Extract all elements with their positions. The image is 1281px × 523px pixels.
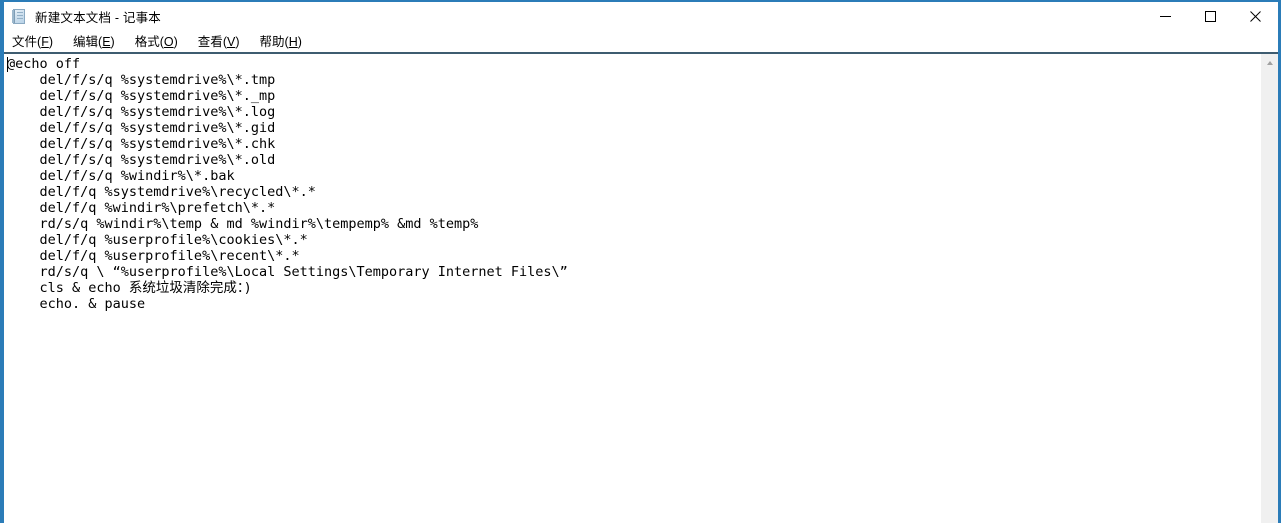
menu-item-format[interactable]: 格式(O)	[135, 34, 178, 50]
minimize-icon	[1160, 16, 1171, 17]
minimize-button[interactable]	[1143, 2, 1188, 31]
menu-item-edit-accelerator: E	[102, 34, 111, 49]
menu-item-view-label: 查看	[197, 34, 223, 49]
chevron-up-icon	[1266, 60, 1273, 65]
text-editor-area[interactable]: @echo off del/f/s/q %systemdrive%\*.tmp …	[4, 54, 1260, 523]
close-button[interactable]	[1233, 2, 1278, 31]
maximize-icon	[1205, 11, 1216, 22]
window-title: 新建文本文档 - 记事本	[35, 11, 162, 25]
notepad-window: 新建文本文档 - 记事本 文件(F) 编辑(E) 格式(O) 查看(V) 帮助(…	[0, 0, 1281, 523]
notepad-icon	[11, 8, 27, 25]
menu-item-view-accelerator: V	[226, 34, 236, 49]
vertical-scrollbar[interactable]	[1260, 54, 1278, 523]
menu-item-file-accelerator: F	[41, 34, 49, 49]
menu-item-help-accelerator: H	[288, 34, 298, 49]
maximize-button[interactable]	[1188, 2, 1233, 31]
text-editor-content[interactable]: @echo off del/f/s/q %systemdrive%\*.tmp …	[7, 56, 1260, 312]
menu-item-view[interactable]: 查看(V)	[198, 34, 240, 50]
title-bar[interactable]: 新建文本文档 - 记事本	[4, 2, 1278, 31]
menu-bar: 文件(F) 编辑(E) 格式(O) 查看(V) 帮助(H)	[4, 31, 1278, 54]
close-icon	[1250, 11, 1261, 22]
editor-region: @echo off del/f/s/q %systemdrive%\*.tmp …	[4, 54, 1278, 523]
menu-item-edit[interactable]: 编辑(E)	[73, 34, 115, 50]
menu-item-file-label: 文件	[12, 34, 38, 49]
menu-item-help-label: 帮助	[259, 34, 285, 49]
menu-item-edit-label: 编辑	[73, 34, 99, 49]
menu-item-format-label: 格式	[134, 34, 160, 49]
menu-item-help[interactable]: 帮助(H)	[260, 34, 302, 50]
text-caret	[7, 57, 8, 72]
scrollbar-track[interactable]	[1261, 71, 1278, 523]
scroll-up-button[interactable]	[1261, 54, 1278, 71]
menu-item-file[interactable]: 文件(F)	[12, 34, 53, 50]
menu-item-format-accelerator: O	[163, 34, 174, 49]
window-controls	[1143, 2, 1278, 31]
